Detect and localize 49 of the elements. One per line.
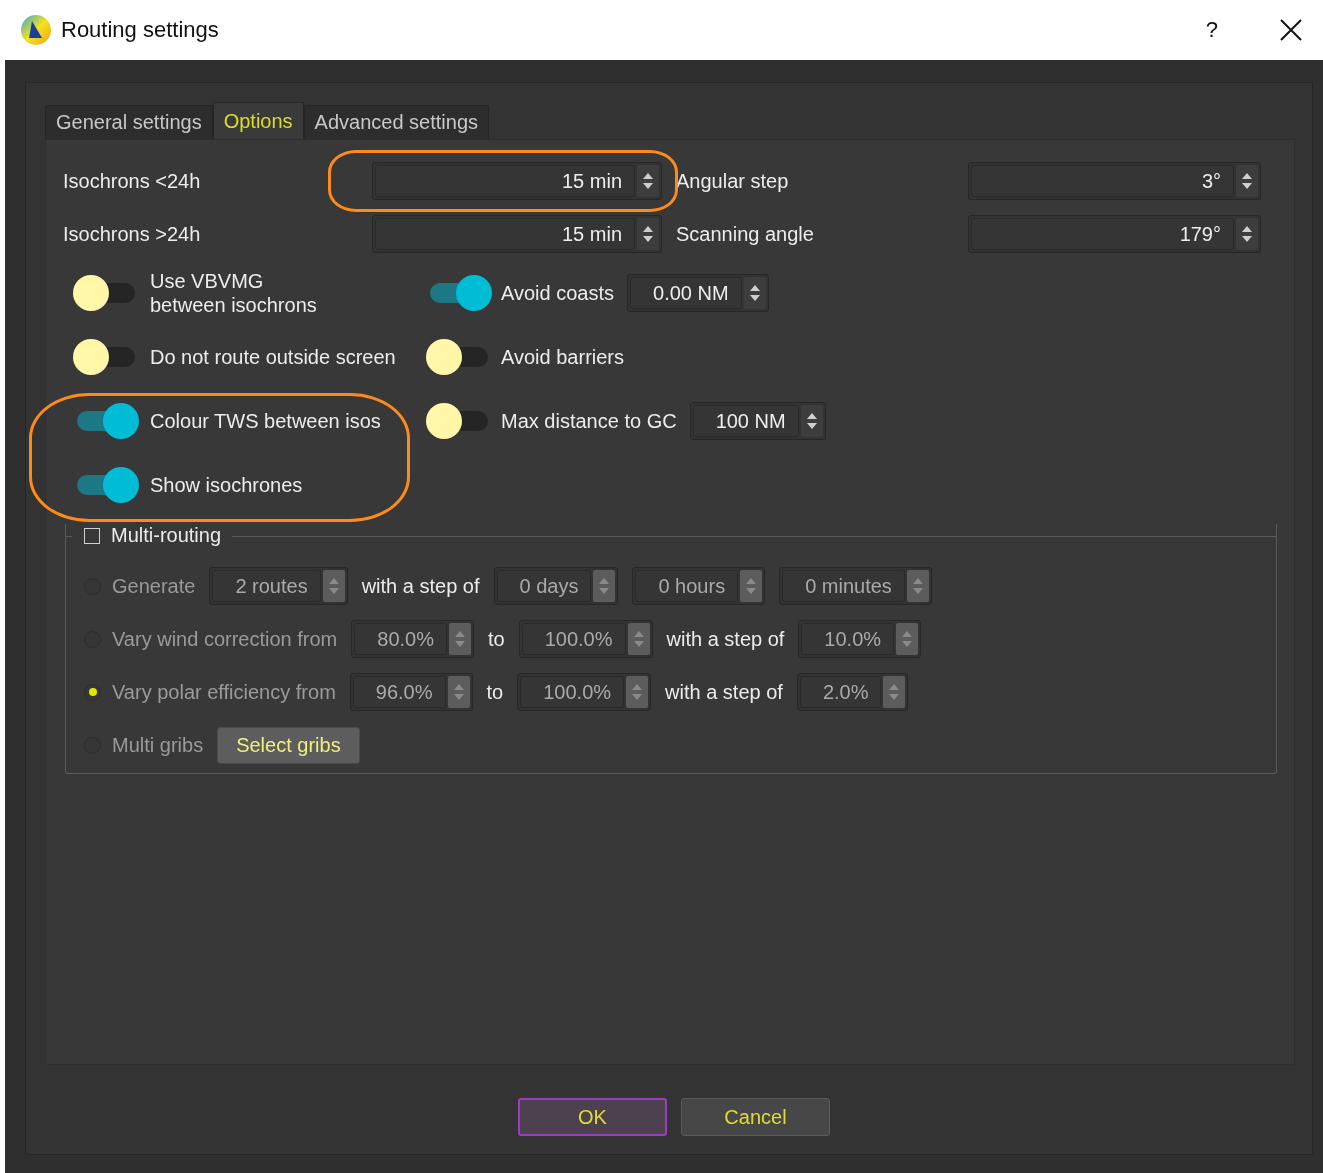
app-icon: [20, 14, 52, 46]
tab[interactable]: Options: [212, 102, 304, 139]
checkbox[interactable]: [84, 527, 100, 544]
toggle-label: Max distance to GC: [501, 409, 677, 433]
option-text: to: [488, 627, 505, 651]
option-text: with a step of: [361, 574, 480, 598]
tab[interactable]: Advanced settings: [303, 105, 489, 139]
spin-box[interactable]: 100 NM: [689, 402, 826, 440]
toggle-label: Use VBVMG between isochrons: [150, 269, 317, 317]
toggle-label: Show isochrones: [150, 473, 303, 497]
radio-button[interactable]: [84, 683, 101, 701]
dialog-button[interactable]: OK: [518, 1098, 667, 1136]
spin-box[interactable]: 2 routes: [209, 567, 348, 605]
option-text: with a step of: [666, 627, 785, 651]
spin-box[interactable]: 0 days: [493, 567, 619, 605]
toggle-label: Do not route outside screen: [150, 345, 396, 369]
window-title: Routing settings: [61, 17, 220, 43]
field-label: Isochrons >24h: [63, 222, 202, 246]
toggle-label: Avoid coasts: [501, 281, 615, 305]
option-text: to: [486, 680, 504, 704]
tab[interactable]: General settings: [45, 105, 213, 139]
dialog-button[interactable]: Cancel: [681, 1098, 830, 1136]
close-icon[interactable]: [1280, 19, 1302, 41]
option-label: Vary polar efficiency from: [112, 680, 336, 704]
option-label: Vary wind correction from: [112, 627, 338, 651]
spin-box[interactable]: 96.0%: [349, 673, 473, 711]
spin-box[interactable]: 3°: [968, 162, 1261, 200]
spin-box[interactable]: 100.0%: [518, 620, 653, 658]
spin-box[interactable]: 179°: [968, 215, 1261, 253]
spin-box[interactable]: 15 min: [372, 215, 662, 253]
toggle-label: Colour TWS between isos: [150, 409, 381, 433]
spin-box[interactable]: 80.0%: [351, 620, 474, 658]
help-button[interactable]: ?: [1205, 17, 1218, 43]
spin-box[interactable]: 0.00 NM: [627, 274, 769, 312]
spin-box[interactable]: 2.0%: [796, 673, 909, 711]
spin-box[interactable]: 100.0%: [517, 673, 652, 711]
select-gribs-button[interactable]: Select gribs: [217, 726, 360, 764]
option-text: with a step of: [665, 680, 783, 704]
group-title: Multi-routing: [111, 524, 222, 547]
spin-box[interactable]: 0 minutes: [779, 567, 932, 605]
field-label: Angular step: [675, 169, 790, 193]
toggle-label: Avoid barriers: [501, 345, 625, 369]
option-label: Generate: [112, 574, 196, 598]
spin-box[interactable]: 15 min: [372, 162, 662, 200]
spin-box[interactable]: 10.0%: [798, 620, 922, 658]
field-label: Isochrons <24h: [63, 169, 202, 193]
field-label: Scanning angle: [675, 222, 815, 246]
option-label: Multi gribs: [112, 733, 204, 757]
spin-box[interactable]: 0 hours: [632, 567, 766, 605]
